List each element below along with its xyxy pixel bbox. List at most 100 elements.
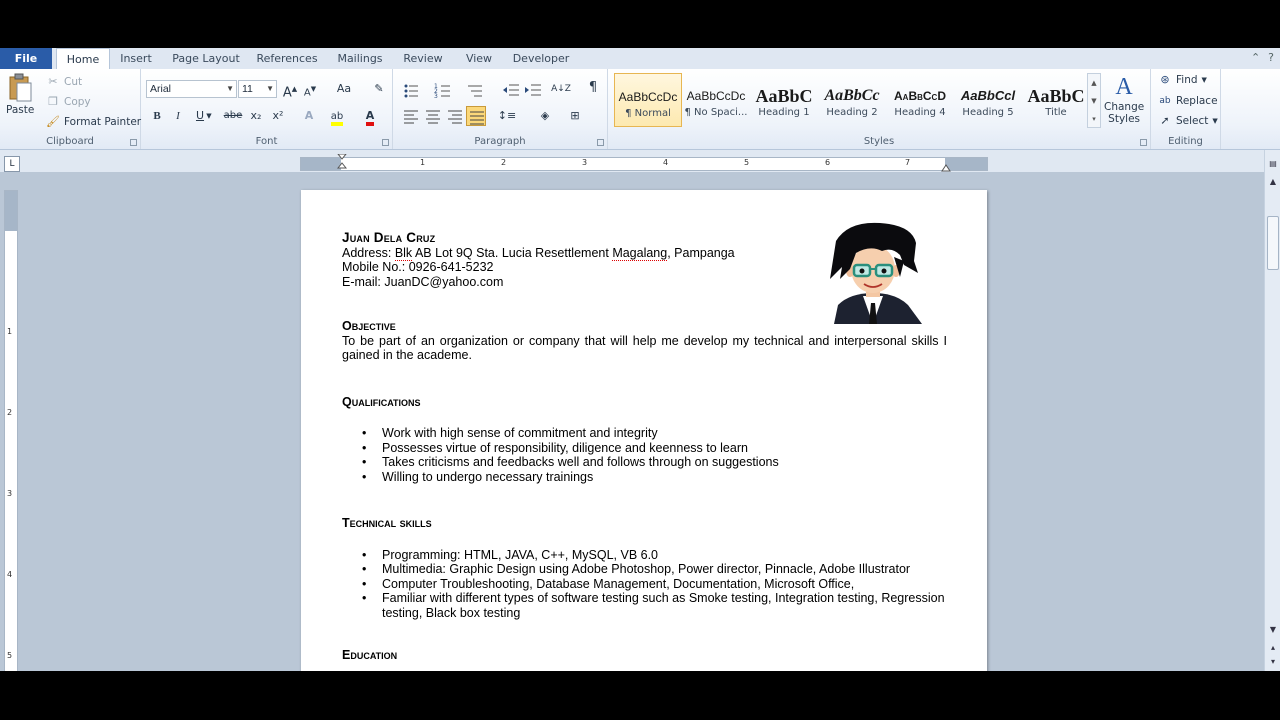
vertical-scrollbar[interactable]: ▤ ▲ ▼ ▴ ▾ [1264, 150, 1280, 671]
chevron-down-icon: ▼ [1212, 117, 1218, 125]
font-size-select[interactable]: 11 ▼ [238, 80, 277, 98]
tab-selector-icon[interactable]: L [4, 156, 20, 172]
chevron-down-icon[interactable]: ▼ [1088, 92, 1100, 110]
superscript-button[interactable]: x² [268, 106, 288, 126]
document-workspace: 1 2 3 4 5 Juan Dela Cruz Address: Blk AB… [0, 172, 1264, 671]
avatar[interactable] [820, 221, 926, 324]
chevron-up-icon[interactable]: ▲ [1088, 74, 1100, 92]
paste-label: Paste [6, 104, 35, 116]
objective-text: To be part of an organization or company… [342, 333, 947, 363]
ruler-toggle-icon[interactable]: ▤ [1267, 158, 1279, 170]
subscript-button[interactable]: x₂ [246, 106, 266, 126]
horizontal-ruler[interactable]: 1 2 3 4 5 6 7 [300, 154, 988, 174]
bullets-icon[interactable] [401, 80, 421, 100]
style-no-spacing[interactable]: AaBbCcDc ¶ No Spaci... [682, 73, 750, 127]
shrink-font-button[interactable]: A▼ [300, 79, 320, 99]
style-title[interactable]: AaBbC Title [1022, 73, 1090, 127]
tab-page-layout[interactable]: Page Layout [168, 48, 244, 69]
tab-insert[interactable]: Insert [114, 48, 158, 69]
styles-group-label: Styles [863, 136, 895, 147]
text-effects-button[interactable]: A [299, 106, 319, 126]
ruler-number: 5 [744, 158, 750, 167]
change-styles-button[interactable]: A Change Styles [1104, 73, 1144, 125]
replace-icon: ab [1159, 96, 1171, 106]
scrollbar-thumb[interactable] [1267, 216, 1279, 270]
style-sample: AaBbCcDc [618, 90, 678, 104]
font-launcher-icon[interactable] [382, 139, 389, 146]
font-group-label: Font [255, 136, 278, 147]
multilevel-list-icon[interactable] [465, 80, 485, 100]
decrease-indent-icon[interactable] [501, 80, 521, 100]
style-name: Heading 4 [894, 107, 946, 118]
grow-font-button[interactable]: A▲ [280, 79, 300, 100]
more-styles-icon[interactable]: ▾ [1088, 110, 1100, 128]
find-button[interactable]: ⊛ Find ▼ [1158, 73, 1207, 87]
minimize-ribbon-icon[interactable]: ⌃ [1251, 51, 1260, 64]
format-painter-button[interactable]: 🖌 Format Painter [46, 115, 141, 129]
style-heading-1[interactable]: AaBbC Heading 1 [750, 73, 818, 127]
copy-button[interactable]: ❐ Copy [46, 95, 91, 109]
line-spacing-icon: ↕≡ [497, 109, 517, 122]
styles-launcher-icon[interactable] [1140, 139, 1147, 146]
style-heading-4[interactable]: AaBbCcD Heading 4 [886, 73, 954, 127]
style-heading-5[interactable]: AaBbCcl Heading 5 [954, 73, 1022, 127]
ruler-number: 3 [7, 489, 13, 498]
replace-button[interactable]: ab Replace [1158, 94, 1217, 108]
tab-references[interactable]: References [254, 48, 320, 69]
align-left-icon[interactable] [401, 106, 421, 126]
style-heading-2[interactable]: AaBbCc Heading 2 [818, 73, 886, 127]
borders-button[interactable]: ⊞ [565, 106, 585, 126]
borders-icon: ⊞ [570, 109, 580, 122]
clipboard-launcher-icon[interactable] [130, 139, 137, 146]
change-styles-label: Change [1104, 101, 1145, 113]
justify-icon[interactable] [466, 106, 486, 126]
bold-button[interactable]: B [147, 106, 167, 126]
vertical-ruler[interactable]: 1 2 3 4 5 [4, 190, 18, 671]
document-page[interactable]: Juan Dela Cruz Address: Blk AB Lot 9Q St… [301, 190, 987, 671]
clear-formatting-button[interactable]: ✎ [369, 79, 389, 99]
left-margin-marker [301, 158, 341, 170]
line-spacing-button[interactable]: ↕≡ [497, 106, 517, 126]
help-icon[interactable]: ? [1268, 51, 1274, 64]
tab-view[interactable]: View [460, 48, 498, 69]
education-heading: Education [342, 648, 398, 662]
tab-file[interactable]: File [0, 48, 52, 69]
italic-button[interactable]: I [168, 106, 188, 126]
highlight-button[interactable]: ab [327, 106, 347, 126]
tab-mailings[interactable]: Mailings [332, 48, 388, 69]
paragraph-launcher-icon[interactable] [597, 139, 604, 146]
font-family-select[interactable]: Arial ▼ [146, 80, 237, 98]
align-center-icon[interactable] [423, 106, 443, 126]
shading-button[interactable]: ◈ [535, 106, 555, 126]
tab-home[interactable]: Home [56, 48, 110, 70]
right-indent-marker-icon[interactable] [941, 162, 951, 172]
numbering-icon[interactable]: 1 2 3 [433, 80, 453, 100]
scroll-up-icon[interactable]: ▲ [1267, 176, 1279, 188]
indent-marker-icon[interactable] [337, 154, 347, 174]
ruler-number: 1 [420, 158, 426, 167]
scroll-down-icon[interactable]: ▼ [1267, 624, 1279, 636]
tab-developer[interactable]: Developer [510, 48, 572, 69]
tab-review[interactable]: Review [400, 48, 446, 69]
sort-button[interactable]: A↓Z [551, 79, 571, 99]
cut-button[interactable]: ✂ Cut [46, 75, 82, 89]
show-formatting-button[interactable]: ¶ [583, 78, 603, 98]
next-page-icon[interactable]: ▾ [1267, 656, 1279, 668]
strikethrough-button[interactable]: abe [221, 106, 245, 126]
styles-gallery-scroll[interactable]: ▲ ▼ ▾ [1087, 73, 1101, 128]
paste-button[interactable]: Paste [6, 73, 34, 116]
align-right-icon[interactable] [445, 106, 465, 126]
chevron-down-icon: ▼ [226, 84, 234, 93]
change-case-button[interactable]: Aa [331, 79, 357, 99]
clear-formatting-icon: ✎ [374, 82, 384, 95]
previous-page-icon[interactable]: ▴ [1267, 642, 1279, 654]
ruler-number: 2 [501, 158, 507, 167]
style-normal[interactable]: AaBbCcDc ¶ Normal [614, 73, 682, 127]
select-button[interactable]: ➚ Select ▼ [1158, 114, 1218, 128]
font-color-button[interactable]: A [360, 106, 380, 126]
ruler-number: 6 [825, 158, 831, 167]
underline-dropdown-icon[interactable]: ▼ [204, 106, 214, 126]
ruler-number: 1 [7, 327, 13, 336]
increase-indent-icon[interactable] [523, 80, 543, 100]
style-sample: AaBbCcD [894, 89, 946, 103]
